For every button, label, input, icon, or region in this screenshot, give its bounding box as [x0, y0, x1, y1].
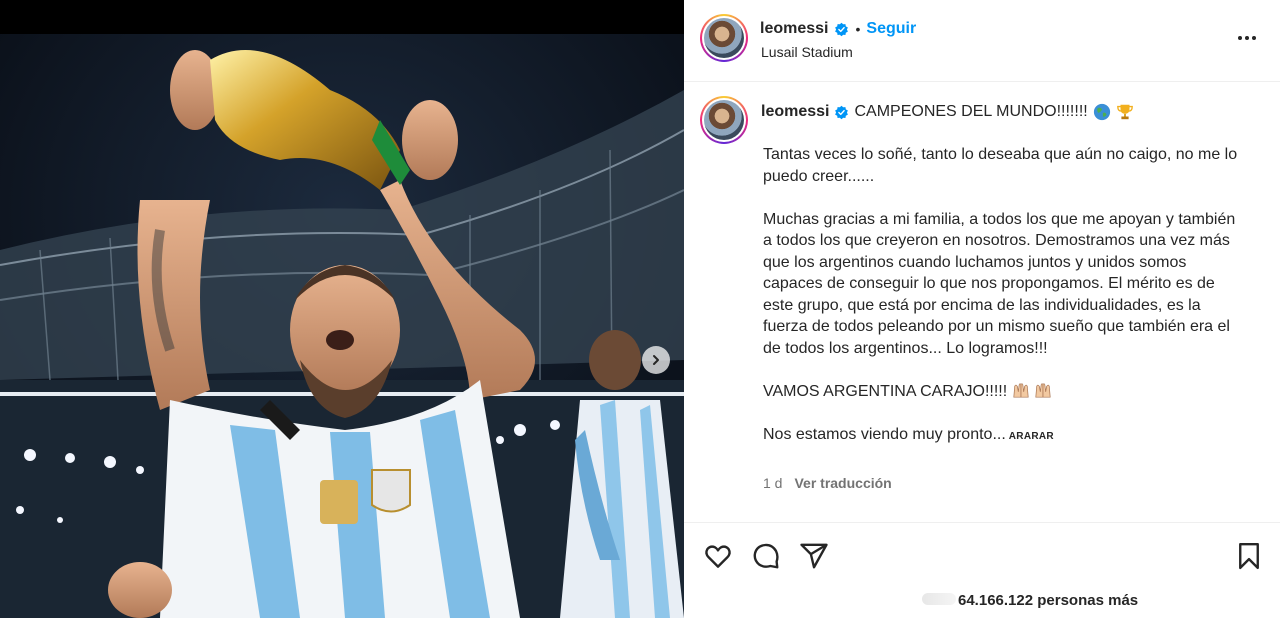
chevron-right-icon [653, 355, 659, 365]
caption-meta: 1 d Ver traducción [763, 475, 892, 491]
likes-count[interactable]: 64.166.122 personas más [958, 592, 1138, 609]
caption-tag: ARARAR [1008, 430, 1054, 442]
liked-by-placeholder [922, 593, 956, 605]
follow-button[interactable]: Seguir [866, 20, 916, 38]
caption-headline: CAMPEONES DEL MUNDO!!!!!!! [854, 103, 1088, 120]
caption-paragraph: VAMOS ARGENTINA CARAJO!!!!! [763, 381, 1243, 403]
post-photo-illustration [0, 0, 684, 618]
more-options-icon [1238, 36, 1256, 40]
post-sidebar: leomessi • Seguir Lusail Stadium leomess… [684, 0, 1280, 618]
raised-hands-emoji-icon [1013, 382, 1029, 398]
see-translation-button[interactable]: Ver traducción [794, 475, 891, 491]
verified-badge-icon [835, 22, 849, 36]
trophy-emoji-icon [1116, 104, 1133, 120]
share-icon[interactable] [799, 541, 829, 571]
heart-icon[interactable] [703, 541, 733, 571]
globe-emoji-icon [1093, 103, 1110, 121]
caption-cheer: VAMOS ARGENTINA CARAJO!!!!! [763, 382, 1008, 400]
bookmark-icon[interactable] [1234, 541, 1264, 571]
instagram-post-view: leomessi • Seguir Lusail Stadium leomess… [0, 0, 1280, 618]
separator: • [855, 21, 861, 37]
action-bar [684, 522, 1280, 584]
caption-username[interactable]: leomessi [761, 103, 829, 121]
caption-paragraph: Tantas veces lo soñé, tanto lo deseaba q… [763, 146, 1238, 185]
caption-last-line: Nos estamos viendo muy pronto... [763, 425, 1006, 443]
next-media-button[interactable] [642, 346, 670, 374]
post-header: leomessi • Seguir Lusail Stadium [684, 0, 1280, 82]
post-image[interactable] [0, 0, 684, 618]
caption-paragraph: Nos estamos viendo muy pronto... ARARAR [763, 424, 1243, 448]
caption-section: leomessi CAMPEONES DEL MUNDO!!!!!!! Tant… [684, 82, 1280, 522]
location-link[interactable]: Lusail Stadium [761, 44, 853, 60]
caption-avatar[interactable] [700, 96, 748, 144]
caption-body: Tantas veces lo soñé, tanto lo deseaba q… [763, 144, 1243, 469]
post-time: 1 d [763, 475, 783, 491]
comment-icon[interactable] [751, 541, 781, 571]
avatar[interactable] [700, 14, 748, 62]
verified-badge-icon [835, 105, 849, 119]
caption-paragraph: Muchas gracias a mi familia, a todos los… [763, 210, 1236, 357]
raised-hands-emoji-icon [1035, 382, 1051, 398]
header-username[interactable]: leomessi [760, 20, 828, 38]
more-options-button[interactable] [1232, 26, 1262, 50]
